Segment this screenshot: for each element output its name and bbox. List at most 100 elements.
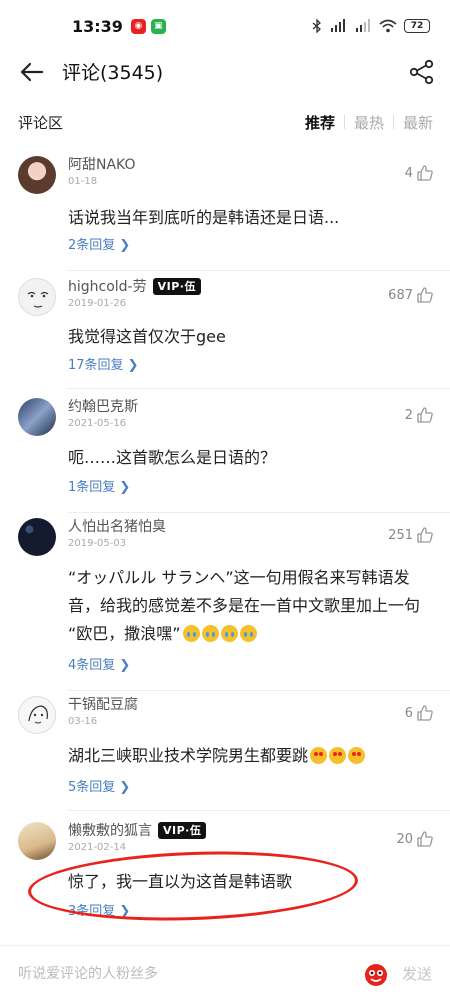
comment-author[interactable]: 人怕出名猪怕臭 xyxy=(68,516,166,536)
share-icon[interactable] xyxy=(408,58,436,86)
reply-link[interactable]: 2条回复 ❯ xyxy=(68,234,130,253)
comment-text: “オッパルル サランヘ”这一句用假名来写韩语发 音，给我的感觉差不多是在一首中文… xyxy=(68,564,438,648)
comment-author[interactable]: 干锅配豆腐 xyxy=(68,694,138,714)
reply-link[interactable]: 3条回复 ❯ xyxy=(68,900,130,919)
like-count: 687 xyxy=(388,287,413,303)
heart-eyes-emoji xyxy=(329,747,347,764)
reply-link[interactable]: 5条回复 ❯ xyxy=(68,776,130,795)
divider xyxy=(68,512,450,513)
like-button[interactable]: 20 xyxy=(396,830,434,848)
like-button[interactable]: 687 xyxy=(388,286,434,304)
comment-author[interactable]: highcold-劳 VIP·伍 xyxy=(68,276,201,296)
avatar[interactable] xyxy=(18,696,56,734)
comment-input-bar: 发送 xyxy=(0,945,450,1000)
wifi-icon xyxy=(379,19,397,33)
reply-link[interactable]: 4条回复 ❯ xyxy=(68,654,130,673)
sort-tabs: 推荐 最热 最新 xyxy=(305,112,433,133)
thumbs-up-icon xyxy=(417,287,433,303)
signal-hd-icon xyxy=(356,19,370,32)
battery-icon: 72 xyxy=(404,19,430,33)
comment-text: 湖北三峡职业技术学院男生都要跳 xyxy=(68,742,438,770)
divider xyxy=(68,270,450,271)
comment-text: 话说我当年到底听的是韩语还是日语... xyxy=(68,208,340,227)
comment-input[interactable] xyxy=(18,962,338,986)
avatar[interactable] xyxy=(18,398,56,436)
author-name: highcold-劳 xyxy=(68,279,147,295)
like-count: 6 xyxy=(404,705,413,721)
netease-music-icon: ◉ xyxy=(130,18,146,34)
comment-text: 呃……这首歌怎么是日语的？ xyxy=(68,448,277,467)
avatar[interactable] xyxy=(18,156,56,194)
comment-author[interactable]: 阿甜NAKO xyxy=(68,154,135,174)
divider xyxy=(68,388,450,389)
laughing-tears-emoji xyxy=(220,625,238,642)
like-count: 2 xyxy=(404,407,413,423)
like-count: 20 xyxy=(396,831,413,847)
signal-hd-icon xyxy=(331,19,345,32)
bluetooth-icon xyxy=(312,19,321,33)
avatar[interactable] xyxy=(18,278,56,316)
comment-text-fragment: “欧巴，撒浪嘿” xyxy=(68,624,181,643)
comment-date: 2021-02-14 xyxy=(68,842,127,853)
section-title: 评论区 xyxy=(18,113,64,132)
divider xyxy=(68,690,450,691)
like-button[interactable]: 4 xyxy=(405,164,434,182)
avatar-sketch-icon xyxy=(28,705,48,724)
comment-date: 2019-01-26 xyxy=(68,298,127,309)
comment-date: 2021-05-16 xyxy=(68,418,127,429)
like-button[interactable]: 6 xyxy=(405,704,434,722)
comment-date: 01-18 xyxy=(68,176,98,187)
comment-text-line: “オッパルル サランヘ”这一句用假名来写韩语发 xyxy=(68,568,410,587)
comment-text-line: 音，给我的感觉差不多是在一首中文歌里加上一句 xyxy=(68,596,421,615)
status-indicators: 72 xyxy=(312,19,430,33)
like-count: 251 xyxy=(388,527,413,543)
arrow-left-icon[interactable] xyxy=(18,58,46,86)
author-name: 阿甜NAKO xyxy=(68,157,136,173)
comment-text-fragment: 湖北三峡职业技术学院男生都要跳 xyxy=(68,746,309,765)
laughing-tears-emoji xyxy=(182,625,200,642)
divider xyxy=(68,810,450,811)
thumbs-up-icon xyxy=(417,407,433,423)
tab-newest[interactable]: 最新 xyxy=(403,112,433,133)
status-bar: 13:39 ◉ ▣ 72 xyxy=(0,0,450,52)
tab-recommended[interactable]: 推荐 xyxy=(305,112,335,133)
tab-hottest[interactable]: 最热 xyxy=(354,112,384,133)
header: 评论(3545) xyxy=(0,52,450,92)
thumbs-up-icon xyxy=(417,831,433,847)
comment-section-header: 评论区 推荐 最热 最新 xyxy=(0,108,450,136)
author-name: 人怕出名猪怕臭 xyxy=(68,519,166,535)
heart-eyes-emoji xyxy=(310,747,328,764)
comment-date: 2019-05-03 xyxy=(68,538,127,549)
comment-author[interactable]: 约翰巴克斯 xyxy=(68,396,138,416)
like-button[interactable]: 2 xyxy=(405,406,434,424)
comment-date: 03-16 xyxy=(68,716,98,727)
laughing-tears-emoji xyxy=(201,625,219,642)
thumbs-up-icon xyxy=(417,527,433,543)
avatar-face-icon xyxy=(27,291,49,308)
vip-badge: VIP·伍 xyxy=(158,821,207,839)
reply-link[interactable]: 1条回复 ❯ xyxy=(68,476,130,495)
thumbs-up-icon xyxy=(417,165,433,181)
green-app-icon: ▣ xyxy=(150,18,166,34)
like-button[interactable]: 251 xyxy=(388,526,434,544)
tab-divider xyxy=(392,115,394,129)
comment-author[interactable]: 懒敷敷的狐言 VIP·伍 xyxy=(68,820,207,840)
send-button[interactable]: 发送 xyxy=(402,963,432,984)
avatar[interactable] xyxy=(18,822,56,860)
comment-text: 我觉得这首仅次于gee xyxy=(68,327,226,346)
comment-text-line: “欧巴，撒浪嘿” xyxy=(68,620,438,648)
page-title: 评论(3545) xyxy=(62,62,164,84)
tab-divider xyxy=(343,115,345,129)
thumbs-up-icon xyxy=(417,705,433,721)
laughing-tears-emoji xyxy=(239,625,257,642)
emoji-face-icon[interactable] xyxy=(362,960,390,988)
reply-link[interactable]: 17条回复 ❯ xyxy=(68,354,139,373)
author-name: 约翰巴克斯 xyxy=(68,399,138,415)
like-count: 4 xyxy=(404,165,413,181)
author-name: 干锅配豆腐 xyxy=(68,697,138,713)
avatar[interactable] xyxy=(18,518,56,556)
heart-eyes-emoji xyxy=(348,747,366,764)
comment-text: 惊了，我一直以为这首是韩语歌 xyxy=(68,872,293,891)
author-name: 懒敷敷的狐言 xyxy=(68,823,152,839)
status-time: 13:39 xyxy=(72,16,123,36)
